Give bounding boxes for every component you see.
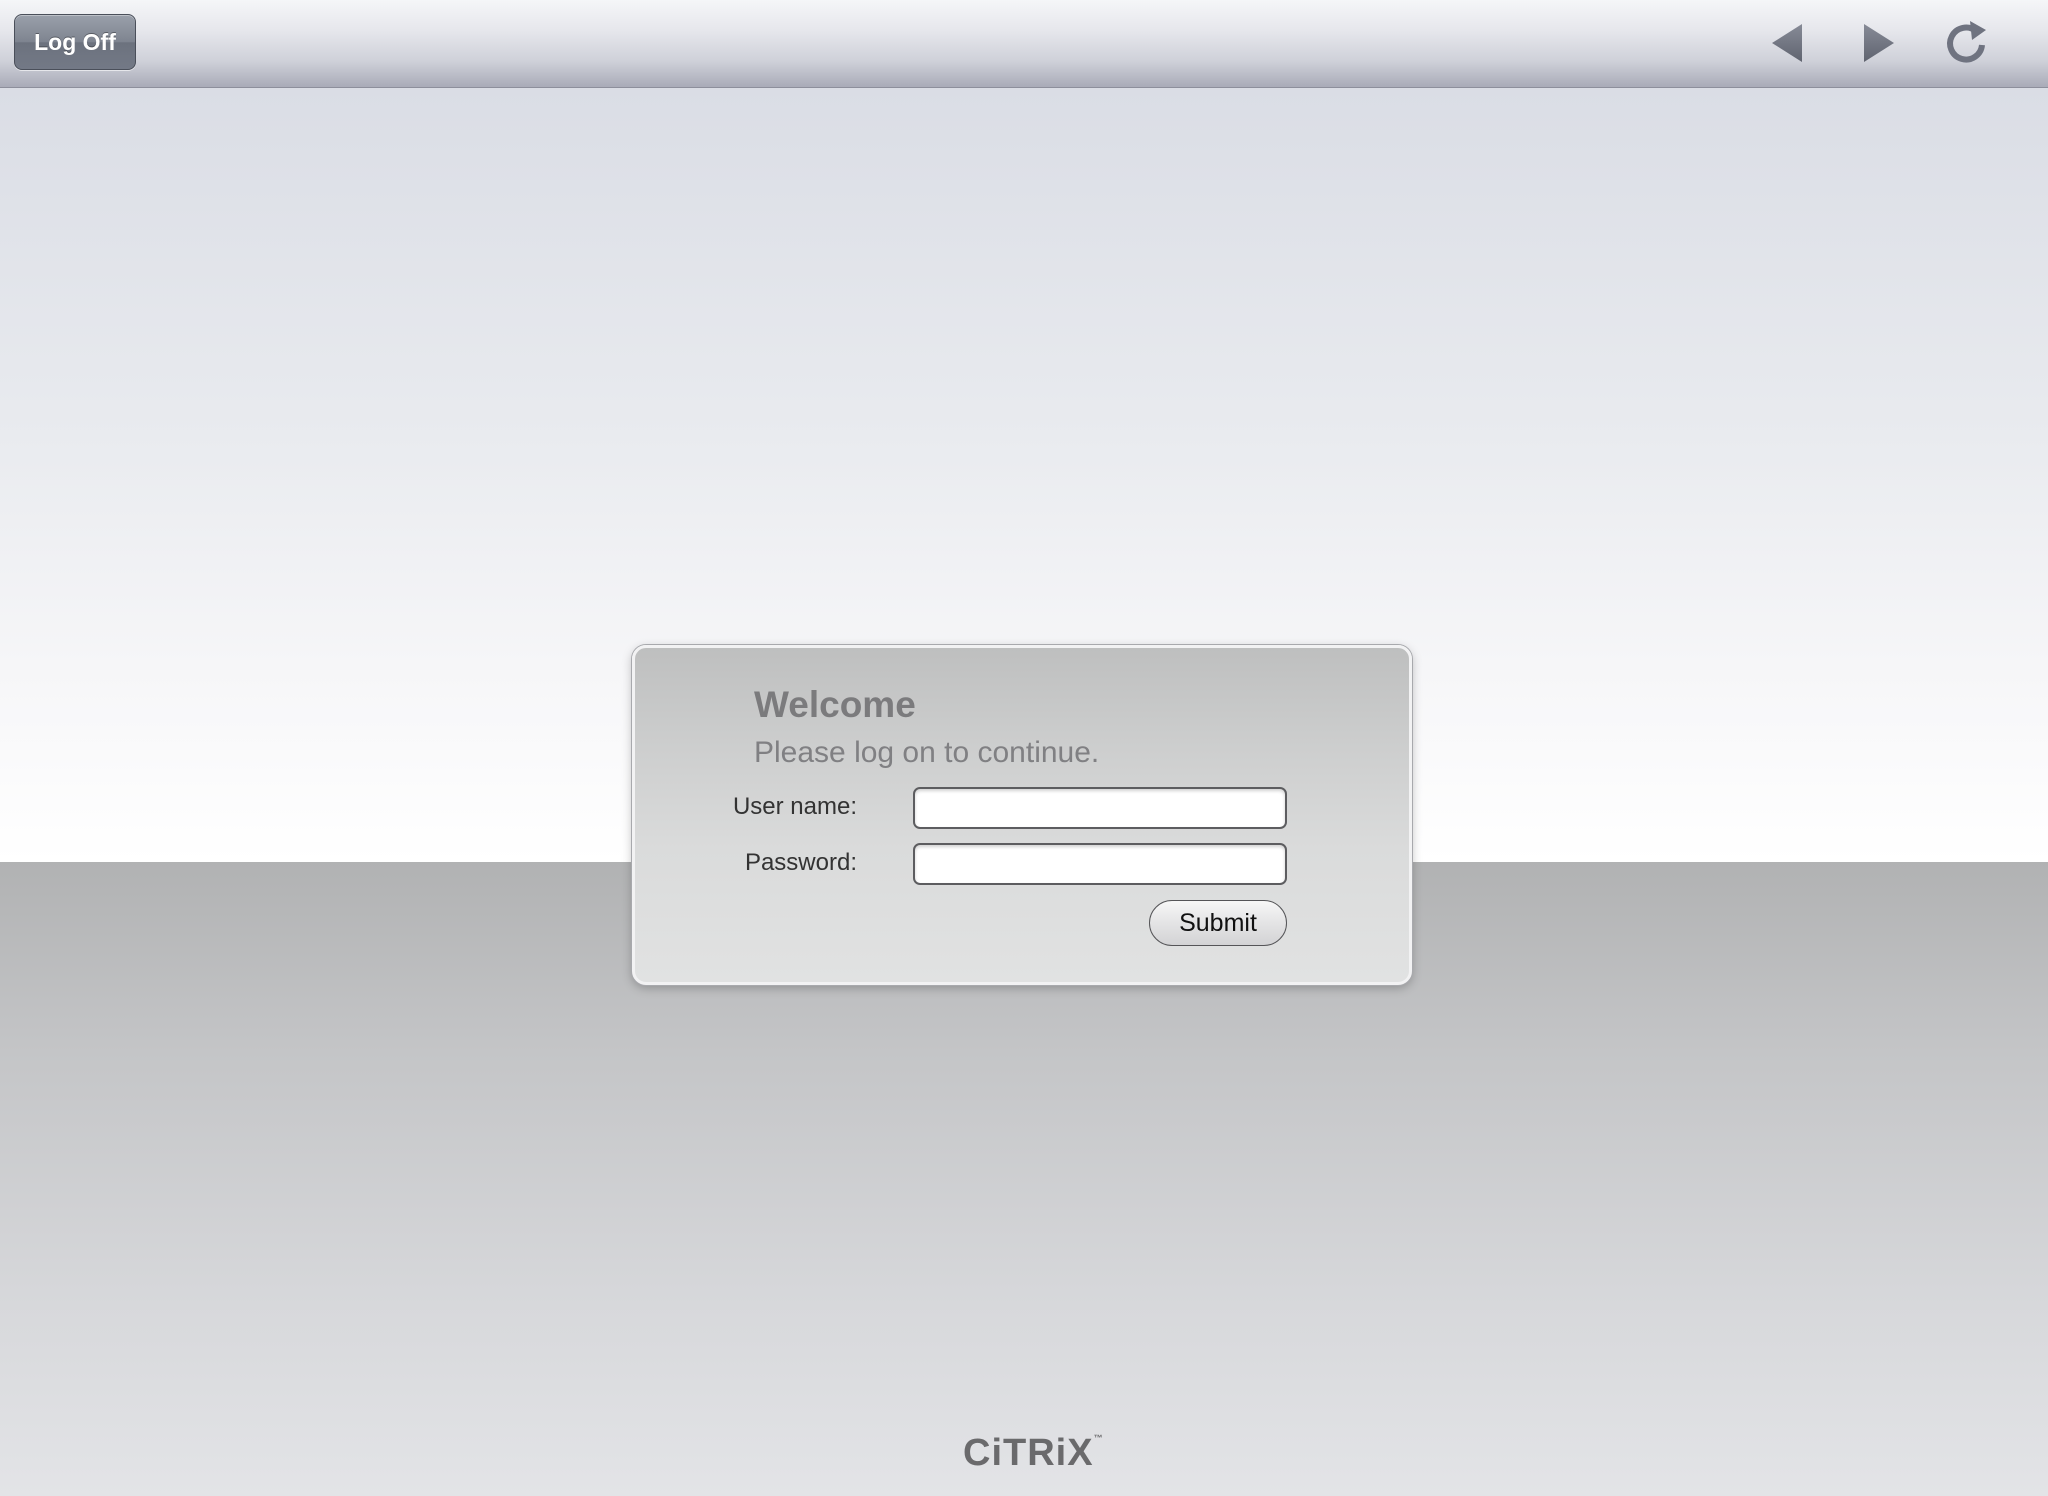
citrix-logo: CiTRiX™: [963, 1428, 1103, 1478]
password-label: Password:: [744, 849, 857, 876]
password-input[interactable]: [913, 843, 1287, 885]
log-off-button[interactable]: Log Off: [14, 14, 136, 70]
top-toolbar: Log Off: [0, 0, 2048, 88]
submit-button[interactable]: Submit: [1149, 900, 1287, 946]
citrix-logo-text: CiTRiX: [963, 1432, 1094, 1474]
username-label: User name:: [732, 793, 857, 820]
username-input[interactable]: [913, 787, 1287, 829]
refresh-icon[interactable]: [1942, 18, 1992, 68]
citrix-web-interface: Log Off Welcome Please log on to continu…: [0, 0, 2048, 1496]
welcome-subtitle: Please log on to continue.: [754, 736, 1100, 769]
forward-arrow-icon[interactable]: [1852, 18, 1902, 68]
trademark-mark: ™: [1093, 1433, 1104, 1443]
back-arrow-icon[interactable]: [1764, 18, 1814, 68]
login-panel: Welcome Please log on to continue. User …: [632, 645, 1412, 985]
welcome-title: Welcome: [754, 684, 916, 725]
